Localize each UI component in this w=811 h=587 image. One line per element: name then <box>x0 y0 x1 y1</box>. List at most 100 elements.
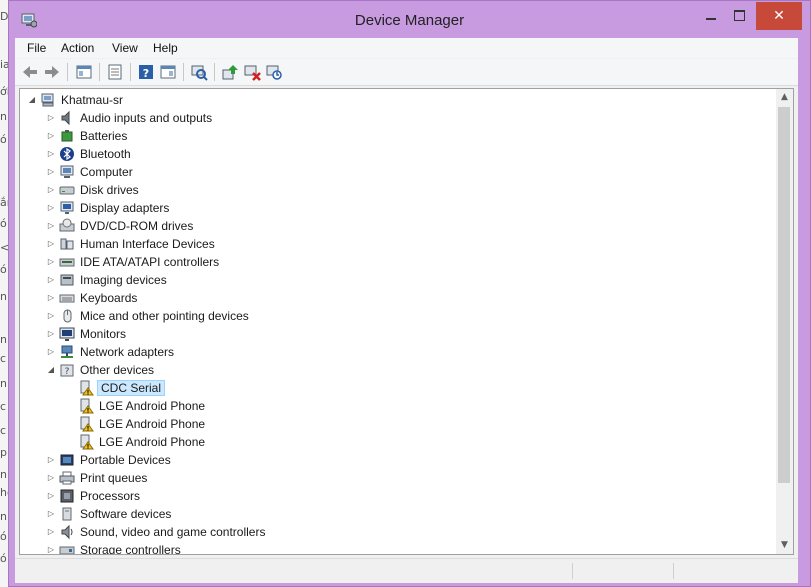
tree-item-label: Keyboards <box>80 291 138 305</box>
show-action-pane-icon[interactable] <box>159 63 177 81</box>
background-text: n <box>0 110 7 123</box>
tree-item[interactable]: ▷ Portable Devices <box>20 451 780 469</box>
status-bar-separator <box>572 563 573 579</box>
properties-icon[interactable] <box>106 63 124 81</box>
tree-item-label: Computer <box>80 165 133 179</box>
disable-device-icon[interactable] <box>243 63 261 81</box>
tree-item-label: Khatmau-sr <box>61 93 124 107</box>
imaging-device-icon <box>60 274 74 286</box>
scrollbar-thumb[interactable] <box>778 107 790 483</box>
hid-icon <box>60 238 74 250</box>
expand-arrow-icon[interactable]: ▷ <box>46 238 56 250</box>
tree-item[interactable]: ▷ Print queues <box>20 469 780 487</box>
expand-arrow-icon[interactable]: ▷ <box>46 328 56 340</box>
background-text: ia <box>0 58 8 71</box>
back-icon[interactable] <box>21 63 39 81</box>
menu-file[interactable]: File <box>27 41 46 55</box>
ide-controller-icon <box>59 258 75 267</box>
collapse-arrow-icon[interactable]: ◢ <box>27 94 37 106</box>
tree-root-item[interactable]: ◢ Khatmau-sr <box>20 91 780 109</box>
tree-item[interactable]: ▷ Bluetooth <box>20 145 780 163</box>
tree-item[interactable]: ◢? Other devices <box>20 361 780 379</box>
expand-arrow-icon[interactable]: ▷ <box>46 274 56 286</box>
expand-arrow-icon[interactable]: ▷ <box>46 130 56 142</box>
show-hide-console-tree-icon[interactable] <box>75 63 93 81</box>
expand-arrow-icon[interactable]: ▷ <box>46 544 56 554</box>
client-area: File Action View Help ? ◢ Khatmau-sr ▷ Audi… <box>15 38 798 583</box>
tree-item[interactable]: ▷ Monitors <box>20 325 780 343</box>
tree-item[interactable]: ▷ Audio inputs and outputs <box>20 109 780 127</box>
expand-arrow-icon[interactable]: ▷ <box>46 148 56 160</box>
title-bar[interactable]: Device Manager ✕ <box>9 1 810 38</box>
menu-action[interactable]: Action <box>61 41 94 55</box>
scan-hardware-icon[interactable] <box>190 63 208 81</box>
expand-arrow-icon[interactable]: ▷ <box>46 454 56 466</box>
expand-arrow-icon[interactable]: ▷ <box>46 508 56 520</box>
expand-arrow-icon[interactable]: ▷ <box>46 346 56 358</box>
tree-item[interactable]: ▷ Sound, video and game controllers <box>20 523 780 541</box>
minimize-button[interactable] <box>698 2 724 30</box>
vertical-scrollbar[interactable]: ▲ ▼ <box>776 89 793 554</box>
close-button[interactable]: ✕ <box>756 2 802 30</box>
background-text: ó <box>0 217 7 230</box>
expand-arrow-icon[interactable]: ▷ <box>46 472 56 484</box>
warning-device-icon: ! <box>80 434 94 450</box>
expand-arrow-icon[interactable]: ▷ <box>46 256 56 268</box>
scroll-up-arrow[interactable]: ▲ <box>776 89 793 106</box>
background-text: ni <box>0 333 8 346</box>
tree-item-label: Disk drives <box>80 183 139 197</box>
toolbar-separator <box>130 63 131 81</box>
tree-item[interactable]: ▷ Processors <box>20 487 780 505</box>
tree-item-label: Software devices <box>80 507 172 521</box>
tree-item[interactable]: ▷ Batteries <box>20 127 780 145</box>
help-icon[interactable]: ? <box>137 63 155 81</box>
background-text: ó <box>0 530 7 543</box>
tree-item[interactable]: ▷ DVD/CD-ROM drives <box>20 217 780 235</box>
tree-item[interactable]: ▷ Human Interface Devices <box>20 235 780 253</box>
tree-item[interactable]: ▷ Network adapters <box>20 343 780 361</box>
expand-arrow-icon[interactable]: ▷ <box>46 184 56 196</box>
printer-icon <box>59 471 75 485</box>
tree-item-label: Bluetooth <box>80 147 131 161</box>
forward-icon[interactable] <box>43 63 61 81</box>
tree-item[interactable]: ▷ Mice and other pointing devices <box>20 307 780 325</box>
maximize-button[interactable] <box>725 2 753 30</box>
background-text: ắn <box>0 196 8 209</box>
svg-text:!: ! <box>87 426 90 433</box>
scroll-down-arrow[interactable]: ▼ <box>776 537 793 554</box>
status-bar <box>15 558 798 583</box>
tree-item-label: Imaging devices <box>80 273 167 287</box>
uninstall-device-icon[interactable] <box>265 63 283 81</box>
device-tree[interactable]: ◢ Khatmau-sr ▷ Audio inputs and outputs ▷ Bat… <box>19 88 794 555</box>
tree-item[interactable]: ▷ Display adapters <box>20 199 780 217</box>
tree-item[interactable]: ! LGE Android Phone <box>20 397 780 415</box>
expand-arrow-icon[interactable]: ▷ <box>46 526 56 538</box>
tree-item[interactable]: ▷ Disk drives <box>20 181 780 199</box>
expand-arrow-icon[interactable]: ▷ <box>46 220 56 232</box>
battery-icon <box>61 130 73 142</box>
tree-item[interactable]: ! LGE Android Phone <box>20 433 780 451</box>
background-text: c <box>0 400 7 413</box>
tree-item[interactable]: ! LGE Android Phone <box>20 415 780 433</box>
menu-view[interactable]: View <box>112 41 138 55</box>
tree-item[interactable]: ▷ Computer <box>20 163 780 181</box>
background-text: ó <box>0 133 7 146</box>
background-text: ó <box>0 263 7 276</box>
background-text: n <box>0 377 7 390</box>
tree-item[interactable]: ▷ IDE ATA/ATAPI controllers <box>20 253 780 271</box>
expand-arrow-icon[interactable]: ▷ <box>46 292 56 304</box>
expand-arrow-icon[interactable]: ▷ <box>46 310 56 322</box>
tree-item[interactable]: ▷ Software devices <box>20 505 780 523</box>
network-adapter-icon <box>61 345 73 358</box>
update-driver-icon[interactable] <box>221 63 239 81</box>
menu-help[interactable]: Help <box>153 41 178 55</box>
collapse-arrow-icon[interactable]: ◢ <box>46 364 56 376</box>
expand-arrow-icon[interactable]: ▷ <box>46 112 56 124</box>
tree-item[interactable]: ▷ Imaging devices <box>20 271 780 289</box>
expand-arrow-icon[interactable]: ▷ <box>46 202 56 214</box>
expand-arrow-icon[interactable]: ▷ <box>46 490 56 502</box>
tree-item[interactable]: ▷ Keyboards <box>20 289 780 307</box>
expand-arrow-icon[interactable]: ▷ <box>46 166 56 178</box>
tree-item[interactable]: ▷ Storage controllers <box>20 541 780 554</box>
tree-item[interactable]: ! CDC Serial <box>20 379 780 397</box>
